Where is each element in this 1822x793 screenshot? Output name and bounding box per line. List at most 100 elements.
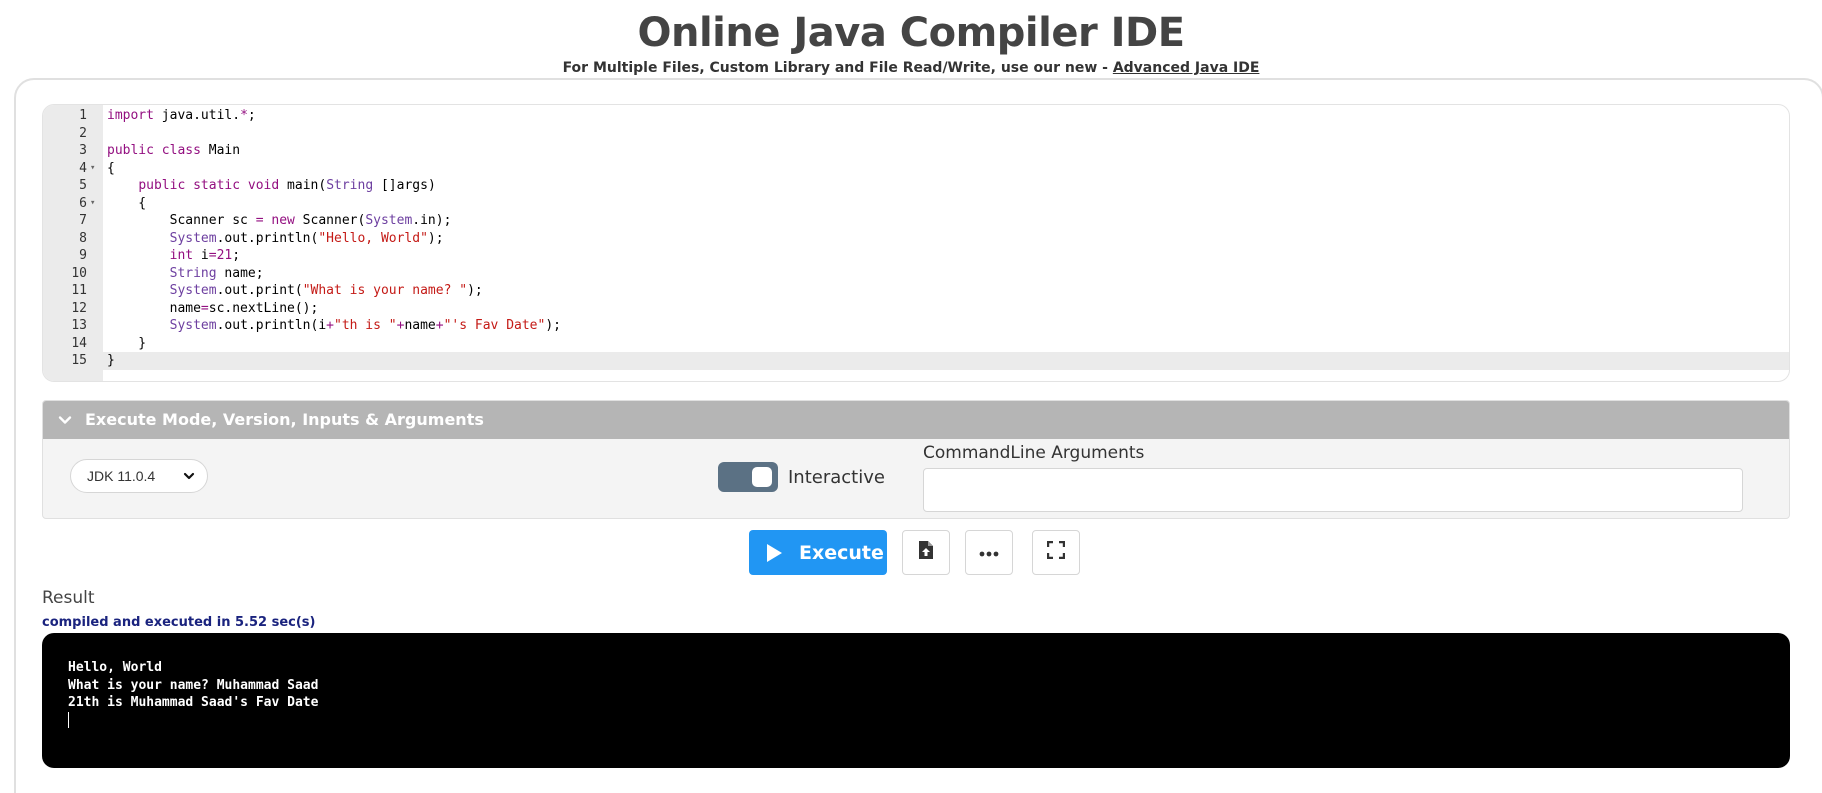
- args-input[interactable]: [923, 468, 1743, 512]
- code-line[interactable]: 1 import java.util.*;: [43, 107, 1789, 125]
- code-text: {: [107, 195, 146, 213]
- code-editor[interactable]: 1 import java.util.*; 2 3 public class Main 4…: [42, 104, 1790, 382]
- code-line[interactable]: 2: [43, 125, 1789, 143]
- code-line[interactable]: 8 System.out.println("Hello, World");: [43, 230, 1789, 248]
- line-number: 14: [71, 335, 87, 351]
- code-text: import java.util.*;: [107, 107, 256, 125]
- jdk-version-select[interactable]: JDK 11.0.4: [70, 459, 208, 493]
- subtitle: For Multiple Files, Custom Library and F…: [0, 60, 1822, 76]
- interactive-label: Interactive: [788, 467, 885, 488]
- page-title: Online Java Compiler IDE: [637, 10, 1185, 56]
- line-number: 7: [79, 213, 87, 228]
- fullscreen-button[interactable]: [1032, 530, 1080, 575]
- code-text: System.out.println(i+"th is "+name+"'s F…: [107, 317, 561, 335]
- code-line[interactable]: 13 System.out.println(i+"th is "+name+"'…: [43, 317, 1789, 335]
- code-line[interactable]: 14 }: [43, 335, 1789, 353]
- code-line[interactable]: 6 ▾ {: [43, 195, 1789, 213]
- code-token: ;: [232, 248, 241, 263]
- terminal-cursor: [68, 712, 69, 728]
- code-token: String: [326, 178, 374, 193]
- code-text: public static void main(String []args): [107, 177, 435, 195]
- code-line[interactable]: 5 public static void main(String []args): [43, 177, 1789, 195]
- code-token: ;: [247, 108, 256, 123]
- code-token: class: [161, 143, 201, 158]
- line-number: 12: [71, 300, 87, 316]
- code-token: {: [107, 195, 147, 211]
- chevron-down-icon[interactable]: [55, 401, 75, 439]
- output-terminal[interactable]: Hello, World What is your name? Muhammad…: [42, 633, 1790, 768]
- fold-arrow-icon[interactable]: ▾: [90, 195, 100, 213]
- code-token: System: [169, 318, 217, 333]
- code-text: {: [107, 160, 115, 178]
- code-token: }: [107, 353, 115, 368]
- line-number: 13: [71, 318, 87, 333]
- code-token: "th is ": [334, 318, 397, 333]
- code-text: Scanner sc = new Scanner(System.in);: [107, 212, 452, 230]
- code-token: +: [435, 318, 444, 333]
- code-text: }: [107, 352, 115, 370]
- code-line[interactable]: 11 System.out.print("What is your name? …: [43, 282, 1789, 300]
- code-line[interactable]: 9 int i=21;: [43, 247, 1789, 265]
- code-token: {: [107, 160, 115, 176]
- code-token: *: [240, 108, 248, 123]
- code-token: Scanner(: [294, 213, 366, 228]
- code-token: main(: [279, 178, 327, 193]
- toggle-knob: [752, 467, 772, 487]
- code-token: import: [107, 108, 154, 123]
- more-horizontal-icon: [979, 544, 999, 562]
- interactive-toggle[interactable]: [718, 462, 778, 492]
- code-token: );: [427, 230, 444, 246]
- code-line[interactable]: 15}: [43, 352, 1789, 370]
- code-token: Scanner sc: [107, 213, 256, 228]
- output-line: 21th is Muhammad Saad's Fav Date: [68, 695, 319, 710]
- code-lines[interactable]: 1 import java.util.*; 2 3 public class Main 4…: [43, 107, 1789, 370]
- code-text: }: [107, 335, 146, 353]
- code-text: name=sc.nextLine();: [107, 300, 319, 318]
- fullscreen-icon: [1046, 540, 1066, 564]
- code-token: Main: [200, 143, 241, 158]
- code-token: "What is your name? ": [302, 283, 468, 298]
- code-line[interactable]: 12 name=sc.nextLine();: [43, 300, 1789, 318]
- code-token: .out.println(: [216, 230, 319, 246]
- code-token: );: [467, 283, 483, 298]
- fold-arrow-icon[interactable]: ▾: [90, 160, 100, 178]
- code-line[interactable]: 3 public class Main: [43, 142, 1789, 160]
- code-token: void: [247, 178, 280, 193]
- code-line[interactable]: 10 String name;: [43, 265, 1789, 283]
- code-token: int: [169, 248, 194, 263]
- line-number: 11: [71, 283, 87, 298]
- code-token: .out.println(i: [216, 318, 327, 333]
- upload-file-button[interactable]: [902, 530, 950, 575]
- execute-options-title: Execute Mode, Version, Inputs & Argument…: [85, 410, 484, 429]
- chevron-down-icon: [183, 460, 195, 492]
- code-token: name: [404, 318, 436, 333]
- line-number: 10: [71, 265, 87, 281]
- more-options-button[interactable]: [965, 530, 1013, 575]
- code-token: System: [169, 283, 217, 298]
- code-token: public: [107, 143, 154, 158]
- line-number: 9: [79, 248, 87, 263]
- code-line[interactable]: 7 Scanner sc = new Scanner(System.in);: [43, 212, 1789, 230]
- output-line: Hello, World: [68, 660, 162, 675]
- play-icon: [765, 543, 783, 563]
- line-number: 1: [79, 108, 87, 123]
- code-token: .in);: [412, 213, 452, 228]
- execute-options-header[interactable]: Execute Mode, Version, Inputs & Argument…: [43, 401, 1789, 439]
- code-token: .out.print(: [216, 283, 303, 298]
- execute-button[interactable]: Execute: [749, 530, 887, 575]
- code-token: static: [193, 178, 241, 193]
- line-number: 3: [79, 143, 87, 158]
- advanced-ide-link[interactable]: Advanced Java IDE: [1113, 60, 1260, 76]
- code-token: String: [169, 265, 217, 281]
- code-line[interactable]: 4 ▾ {: [43, 160, 1789, 178]
- code-token: 21: [216, 248, 233, 263]
- line-number: 15: [71, 353, 87, 368]
- subtitle-text: For Multiple Files, Custom Library and F…: [562, 60, 1113, 76]
- code-text: System.out.print("What is your name? ");: [107, 282, 483, 300]
- code-token: "Hello, World": [318, 230, 428, 246]
